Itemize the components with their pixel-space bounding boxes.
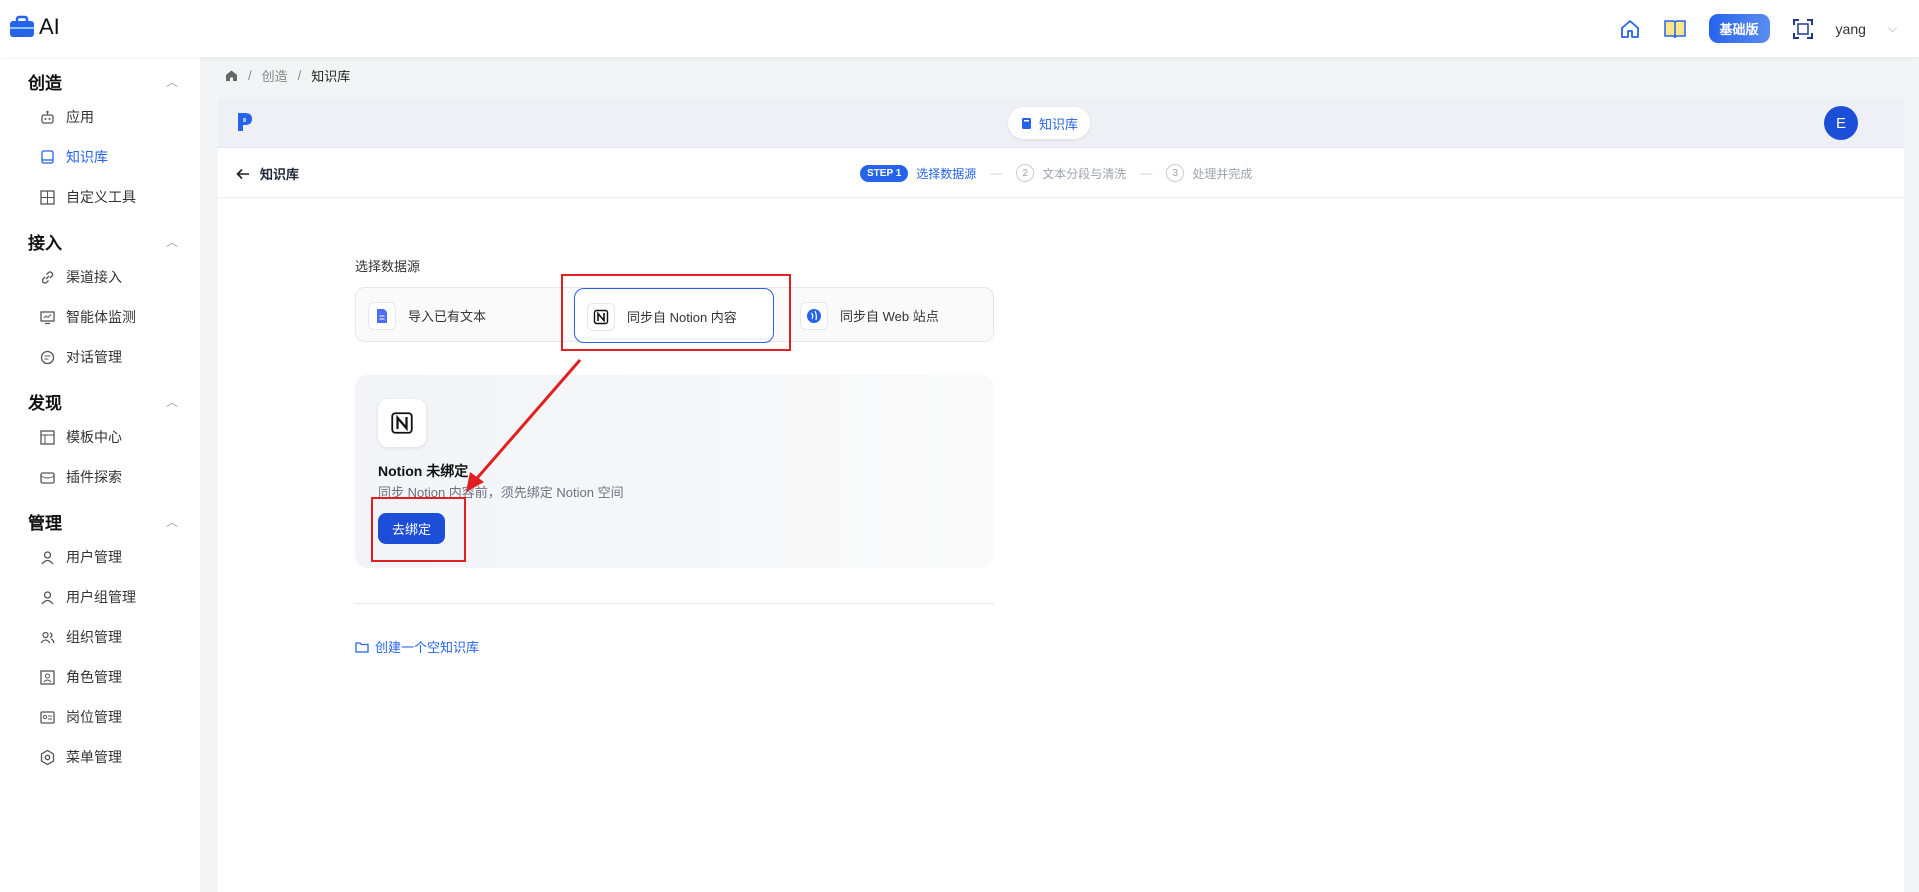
username[interactable]: yang xyxy=(1836,21,1866,37)
briefcase-icon xyxy=(10,15,34,37)
home-icon[interactable] xyxy=(1619,18,1641,40)
plan-badge[interactable]: 基础版 xyxy=(1708,14,1770,43)
fullscreen-icon[interactable] xyxy=(1792,18,1814,40)
book-open-icon[interactable] xyxy=(1663,18,1687,40)
annotation-arrow xyxy=(466,359,582,492)
top-bar: AI 基础版 yang ⌵ xyxy=(0,0,1919,57)
chevron-down-icon[interactable]: ⌵ xyxy=(1888,21,1897,36)
app-title: AI xyxy=(39,14,60,39)
app-logo[interactable]: AI xyxy=(9,14,60,40)
